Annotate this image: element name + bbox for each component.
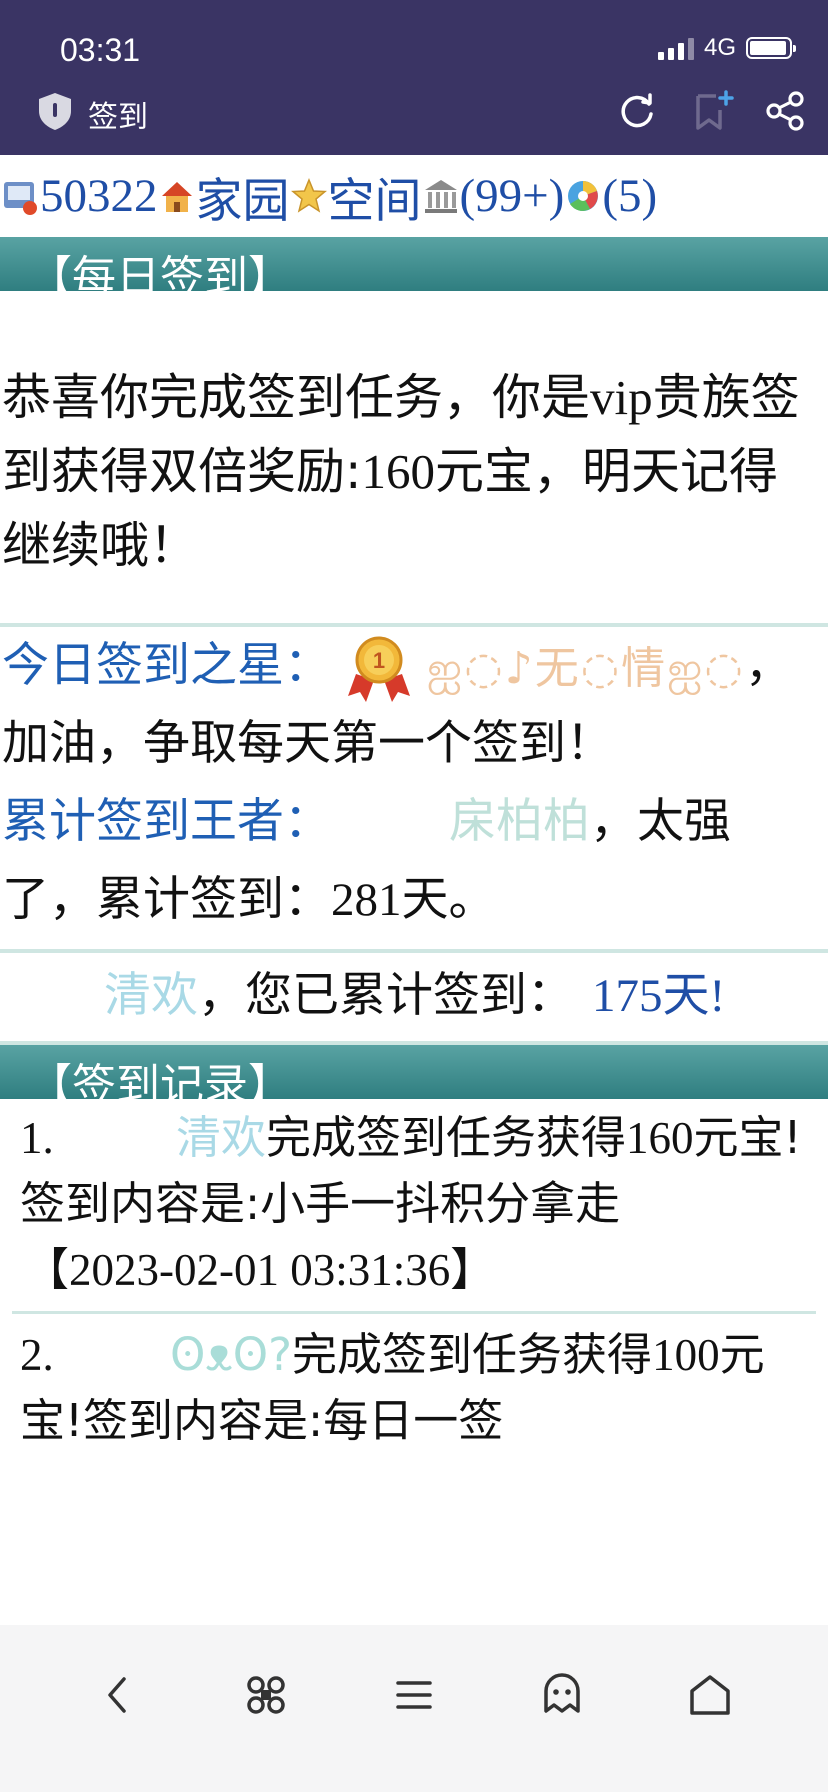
checkin-king-username[interactable]: 㦿柏柏	[449, 794, 590, 849]
section-title-checkin: 【每日签到】	[28, 252, 292, 291]
menu-icon[interactable]	[390, 1671, 438, 1719]
message-text-1: 恭喜你完成签到任务，你是	[2, 369, 591, 426]
color-wheel-icon	[568, 181, 599, 211]
record-amount: 100	[652, 1330, 720, 1380]
bottom-toolbar	[0, 1625, 828, 1792]
user-checkin-status: 清欢，您已累计签到： 175天!	[0, 953, 828, 1039]
signal-icon	[657, 36, 694, 60]
home-icon[interactable]	[686, 1671, 734, 1719]
share-icon[interactable]	[764, 90, 806, 132]
record-divider	[12, 1311, 816, 1314]
checkin-king-suffix: ，太强	[590, 794, 731, 849]
status-time: 03:31	[60, 32, 141, 68]
checkin-king-label: 累计签到王者：	[2, 794, 331, 849]
record-text: 完成签到任务获得	[292, 1328, 653, 1381]
checkin-king-total-line: 了，累计签到：281天。	[2, 861, 826, 939]
checkin-success-message: 恭喜你完成签到任务，你是vip贵族签到获得双倍奖励:160元宝，明天记得继续哦！	[0, 291, 828, 623]
section-header-records: 【签到记录】	[0, 1045, 828, 1099]
record-username[interactable]: 清欢	[176, 1111, 266, 1164]
medal-icon: 1	[347, 636, 410, 702]
checkin-king-days: 281	[331, 874, 402, 926]
cheer-line: 加油，争取每天第一个签到！	[2, 716, 613, 771]
svg-text:1: 1	[373, 648, 385, 673]
command-icon[interactable]	[242, 1671, 290, 1719]
space-link[interactable]: 空间	[328, 162, 422, 231]
battery-icon	[746, 37, 796, 59]
checkin-king-line: 累计签到王者： 㦿柏柏，太强	[2, 783, 826, 861]
section-title-records: 【签到记录】	[28, 1060, 292, 1099]
home-link[interactable]: 家园	[196, 162, 290, 231]
star-of-day-comma: ，	[744, 638, 792, 693]
top-bar: 03:31 4G 签到	[0, 0, 828, 155]
home-house-icon	[161, 182, 192, 212]
message-amount: 160	[361, 444, 436, 499]
ghost-icon[interactable]	[538, 1671, 586, 1719]
bookmark-add-icon[interactable]	[692, 90, 734, 132]
star-of-day-username[interactable]: ஐ◌♪无◌情ஐ◌	[427, 630, 745, 708]
page-title: 签到	[88, 100, 148, 135]
record-index: 2.	[20, 1330, 54, 1380]
refresh-icon[interactable]	[616, 90, 658, 132]
record-amount: 160	[626, 1113, 694, 1163]
user-nav-bar: 50322 家园 空间 (99+) (5)	[0, 155, 828, 237]
star-of-day-block: 今日签到之星： 1 ஐ◌♪无◌情ஐ◌， 加油，争取每天第一个签到！ 累计签到王者…	[0, 627, 828, 939]
record-item: 1. 清欢完成签到任务获得160元宝!签到内容是:小手一抖积分拿走 【2023-0…	[0, 1099, 828, 1303]
user-status-text: ，您已累计签到：	[198, 968, 574, 1023]
messages-count-link[interactable]: (99+)	[460, 169, 565, 223]
status-indicators: 4G	[657, 34, 796, 62]
checkin-king-total-suffix: 天。	[401, 872, 496, 927]
message-vip: vip	[590, 370, 653, 425]
network-type: 4G	[703, 34, 736, 61]
back-icon[interactable]	[94, 1671, 142, 1719]
record-username[interactable]: ʘᴥʘ?	[170, 1328, 292, 1381]
star-icon	[290, 178, 327, 213]
user-total-days: 175天!	[592, 970, 726, 1022]
section-header-checkin: 【每日签到】	[0, 237, 828, 291]
record-index: 1.	[20, 1113, 54, 1163]
record-timestamp: 【2023-02-01 03:31:36】	[24, 1245, 496, 1295]
star-of-day-line: 今日签到之星： 1 ஐ◌♪无◌情ஐ◌，	[2, 627, 826, 705]
user-id-link[interactable]: 50322	[40, 169, 158, 223]
record-item: 2. ʘᴥʘ?完成签到任务获得100元宝!签到内容是:每日一签	[0, 1322, 828, 1454]
notifications-count-link[interactable]: (5)	[602, 169, 657, 223]
page-content: 50322 家园 空间 (99+) (5) 【每日签到】 恭喜你完成签到任务，你…	[0, 155, 828, 1625]
record-text: 完成签到任务获得	[266, 1111, 627, 1164]
user-card-icon	[4, 182, 37, 215]
checkin-king-total-text: 了，累计签到：	[2, 872, 331, 927]
shield-icon[interactable]	[36, 91, 74, 131]
current-username[interactable]: 清欢	[104, 968, 198, 1023]
bank-icon	[424, 180, 457, 213]
star-of-day-label: 今日签到之星：	[2, 638, 331, 693]
